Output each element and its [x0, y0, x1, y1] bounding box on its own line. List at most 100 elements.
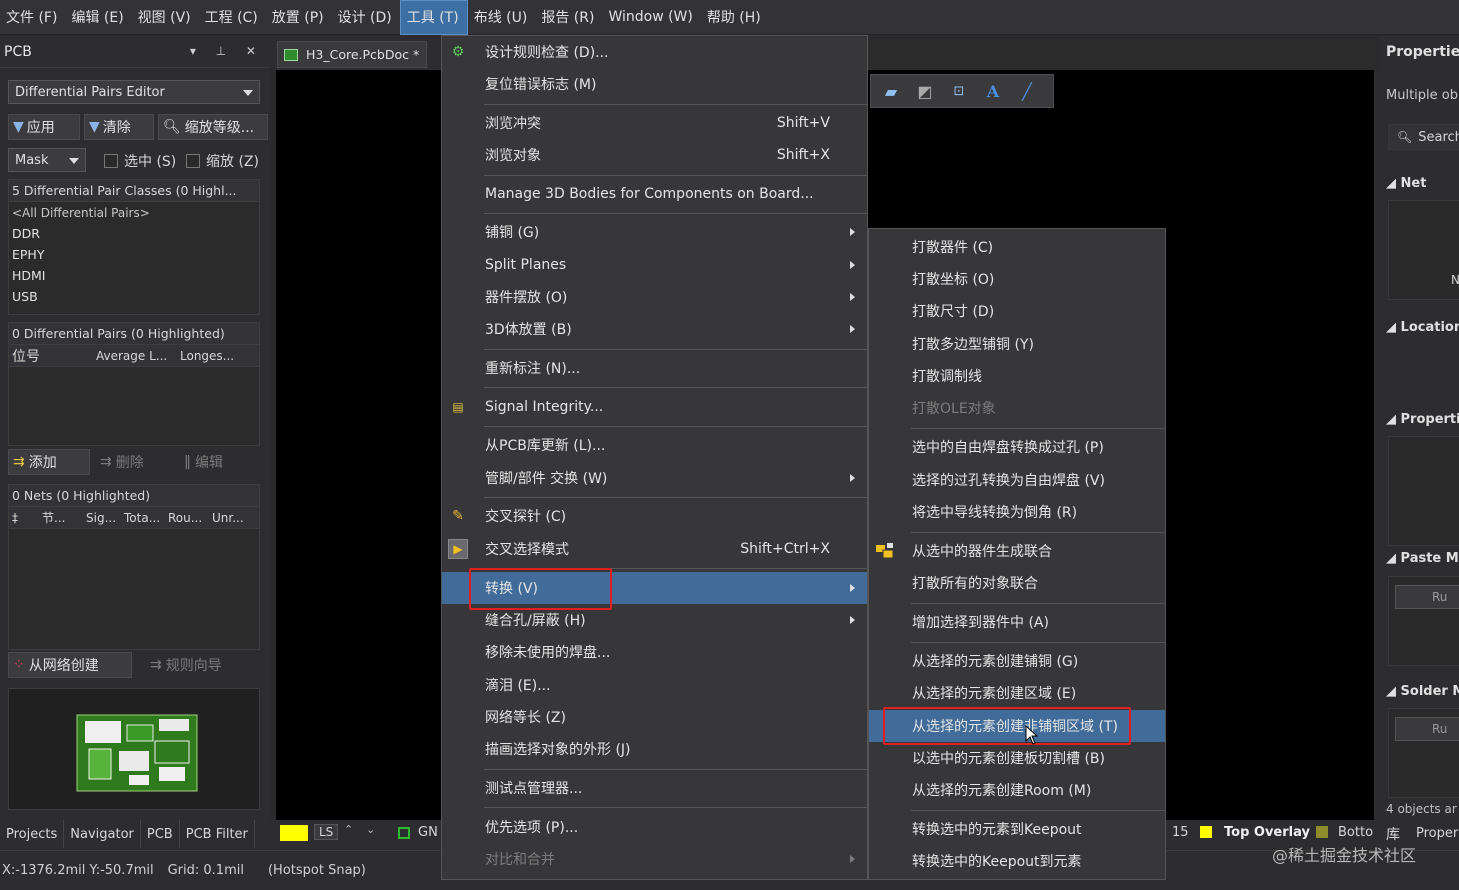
- submenu-item-keepout-to-element[interactable]: 转换选中的Keepout到元素: [869, 845, 1165, 877]
- menu-item-manage-3d-bodies[interactable]: Manage 3D Bodies for Components on Board…: [442, 178, 867, 210]
- menu-project[interactable]: 工程 (C): [199, 0, 266, 35]
- add-pair-button[interactable]: ⇉ 添加: [8, 449, 90, 475]
- list-item[interactable]: USB: [9, 286, 259, 307]
- select-checkbox[interactable]: 选中 (S): [104, 151, 176, 171]
- section-paste-mask[interactable]: ◢ Paste Mas: [1386, 551, 1459, 566]
- menu-edit[interactable]: 编辑 (E): [65, 0, 131, 35]
- clear-button[interactable]: ▼ 清除: [84, 114, 154, 140]
- menu-file[interactable]: 文件 (F): [0, 0, 65, 35]
- submenu-item-break-coordinate[interactable]: 打散坐标 (O): [869, 263, 1165, 295]
- submenu-item-create-polygon[interactable]: 从选择的元素创建铺铜 (G): [869, 645, 1165, 677]
- menu-item-teardrops[interactable]: 滴泪 (E)...: [442, 669, 867, 701]
- submenu-item-break-tuning[interactable]: 打散调制线: [869, 360, 1165, 392]
- menu-item-preferences[interactable]: 优先选项 (P)...: [442, 811, 867, 843]
- section-properties[interactable]: ◢ Properties: [1386, 412, 1459, 427]
- submenu-item-add-to-component[interactable]: 增加选择到器件中 (A): [869, 606, 1165, 638]
- menu-tools[interactable]: 工具 (T): [399, 0, 468, 35]
- layer-tab-bottom[interactable]: Botto: [1338, 825, 1373, 840]
- list-item[interactable]: HDMI: [9, 265, 259, 286]
- dimension-icon[interactable]: ◩: [915, 81, 935, 101]
- menu-item-3d-body-placement[interactable]: 3D体放置 (B): [442, 313, 867, 345]
- submenu-item-break-all-unions[interactable]: 打散所有的对象联合: [869, 567, 1165, 599]
- layer-tab-top-overlay[interactable]: Top Overlay: [1224, 825, 1310, 840]
- menu-reports[interactable]: 报告 (R): [535, 0, 602, 35]
- menu-place[interactable]: 放置 (P): [266, 0, 332, 35]
- menu-item-reannotate[interactable]: 重新标注 (N)...: [442, 352, 867, 384]
- edit-pair-button[interactable]: ‖ 编辑: [180, 449, 258, 475]
- board-preview[interactable]: [8, 688, 260, 810]
- submenu-item-via-to-pad[interactable]: 选择的过孔转换为自由焊盘 (V): [869, 464, 1165, 496]
- tab-properties[interactable]: Proper: [1416, 826, 1458, 841]
- region-icon[interactable]: ▰: [881, 81, 901, 101]
- menu-item-equalize-net-lengths[interactable]: 网络等长 (Z): [442, 701, 867, 733]
- layer-down-icon[interactable]: ⌄: [366, 823, 375, 836]
- submenu-item-create-board-cutout[interactable]: 以选中的元素创建板切割槽 (B): [869, 742, 1165, 774]
- apply-button[interactable]: ▼ 应用: [8, 114, 80, 140]
- menu-item-browse-violations[interactable]: 浏览冲突 Shift+V: [442, 107, 867, 139]
- menu-item-polygon-pour[interactable]: 铺铜 (G): [442, 216, 867, 248]
- menu-item-signal-integrity[interactable]: ▤ Signal Integrity...: [442, 391, 867, 423]
- tab-pcbdoc[interactable]: H3_Core.PcbDoc *: [277, 41, 427, 68]
- submenu-item-to-keepout[interactable]: 转换选中的元素到Keepout: [869, 813, 1165, 845]
- menu-item-compare-merge[interactable]: 对比和合并: [442, 843, 867, 875]
- submenu-item-break-dimension[interactable]: 打散尺寸 (D): [869, 295, 1165, 327]
- menu-item-pin-part-swap[interactable]: 管脚/部件 交换 (W): [442, 462, 867, 494]
- menu-item-cross-select-mode[interactable]: ▶ 交叉选择模式 Shift+Ctrl+X: [442, 533, 867, 565]
- rule-wizard-button[interactable]: ⇉ 规则向导: [146, 652, 256, 678]
- zoom-checkbox[interactable]: 缩放 (Z): [186, 151, 259, 171]
- tab-pcb-filter[interactable]: PCB Filter: [180, 820, 255, 848]
- layer-up-icon[interactable]: ⌃: [344, 823, 353, 836]
- section-solder-mask[interactable]: ◢ Solder Ma: [1386, 684, 1459, 699]
- layer-set-button[interactable]: LS: [314, 824, 339, 840]
- submenu-item-break-ole[interactable]: 打散OLE对象: [869, 392, 1165, 424]
- layer-tab-number[interactable]: 15: [1172, 825, 1189, 840]
- menu-item-reset-errors[interactable]: 复位错误标志 (M): [442, 68, 867, 100]
- tab-library[interactable]: 库: [1386, 824, 1400, 844]
- menu-item-split-planes[interactable]: Split Planes: [442, 249, 867, 281]
- menu-item-outline-selected[interactable]: 描画选择对象的外形 (J): [442, 733, 867, 765]
- menu-item-cross-probe[interactable]: ✎ 交叉探针 (C): [442, 500, 867, 532]
- rule-button[interactable]: Ru: [1395, 585, 1459, 609]
- tab-pcb[interactable]: PCB: [141, 820, 180, 848]
- list-item[interactable]: <All Differential Pairs>: [9, 202, 259, 223]
- menu-item-remove-unused-pads[interactable]: 移除未使用的焊盘...: [442, 636, 867, 668]
- search-input[interactable]: 🔍︎ Search: [1388, 124, 1459, 150]
- diff-pairs-list[interactable]: 0 Differential Pairs (0 Highlighted) 位号 …: [8, 322, 260, 446]
- delete-pair-button[interactable]: ⇉ 删除: [96, 449, 174, 475]
- tab-projects[interactable]: Projects: [0, 820, 65, 848]
- submenu-item-break-polygon[interactable]: 打散多边型铺铜 (Y): [869, 328, 1165, 360]
- mask-combo[interactable]: Mask: [8, 148, 86, 172]
- menu-item-testpoint-manager[interactable]: 测试点管理器...: [442, 772, 867, 804]
- submenu-item-break-component[interactable]: 打散器件 (C): [869, 231, 1165, 263]
- diff-pair-classes-list[interactable]: 5 Differential Pair Classes (0 Highl... …: [8, 179, 260, 315]
- text-icon[interactable]: A: [983, 81, 1003, 101]
- nets-list[interactable]: 0 Nets (0 Highlighted) ‡ 节... Sig... Tot…: [8, 484, 260, 650]
- panel-window-icons[interactable]: ▾ ⊥ ✕: [190, 44, 264, 58]
- menu-help[interactable]: 帮助 (H): [701, 0, 769, 35]
- mode-combo[interactable]: Differential Pairs Editor: [8, 80, 260, 104]
- menu-item-update-from-library[interactable]: 从PCB库更新 (L)...: [442, 429, 867, 461]
- submenu-item-pad-to-via[interactable]: 选中的自由焊盘转换成过孔 (P): [869, 431, 1165, 463]
- zoom-level-button[interactable]: 🔍︎ 缩放等级...: [158, 114, 268, 140]
- list-item[interactable]: EPHY: [9, 244, 259, 265]
- submenu-item-create-union[interactable]: 从选中的器件生成联合: [869, 535, 1165, 567]
- menu-item-browse-objects[interactable]: 浏览对象 Shift+X: [442, 139, 867, 171]
- layer-tab-gnd[interactable]: GN: [418, 825, 438, 840]
- menu-window[interactable]: Window (W): [602, 0, 700, 35]
- menu-item-component-placement[interactable]: 器件摆放 (O): [442, 281, 867, 313]
- section-net[interactable]: ◢ Net: [1386, 176, 1426, 191]
- submenu-item-track-to-chamfer[interactable]: 将选中导线转换为倒角 (R): [869, 496, 1165, 528]
- rule-button[interactable]: Ru: [1395, 717, 1459, 741]
- section-location[interactable]: ◢ Location: [1386, 320, 1459, 335]
- list-item[interactable]: DDR: [9, 223, 259, 244]
- tab-navigator[interactable]: Navigator: [64, 820, 141, 848]
- create-from-net-button[interactable]: ⁘ 从网络创建: [8, 652, 132, 678]
- line-icon[interactable]: ╱: [1017, 81, 1037, 101]
- menu-route[interactable]: 布线 (U): [468, 0, 536, 35]
- submenu-item-create-room[interactable]: 从选择的元素创建Room (M): [869, 774, 1165, 806]
- menu-item-drc[interactable]: ⚙ 设计规则检查 (D)...: [442, 36, 867, 68]
- submenu-item-create-region[interactable]: 从选择的元素创建区域 (E): [869, 677, 1165, 709]
- string-icon[interactable]: ⊡: [949, 81, 969, 101]
- menu-view[interactable]: 视图 (V): [132, 0, 199, 35]
- menu-design[interactable]: 设计 (D): [332, 0, 400, 35]
